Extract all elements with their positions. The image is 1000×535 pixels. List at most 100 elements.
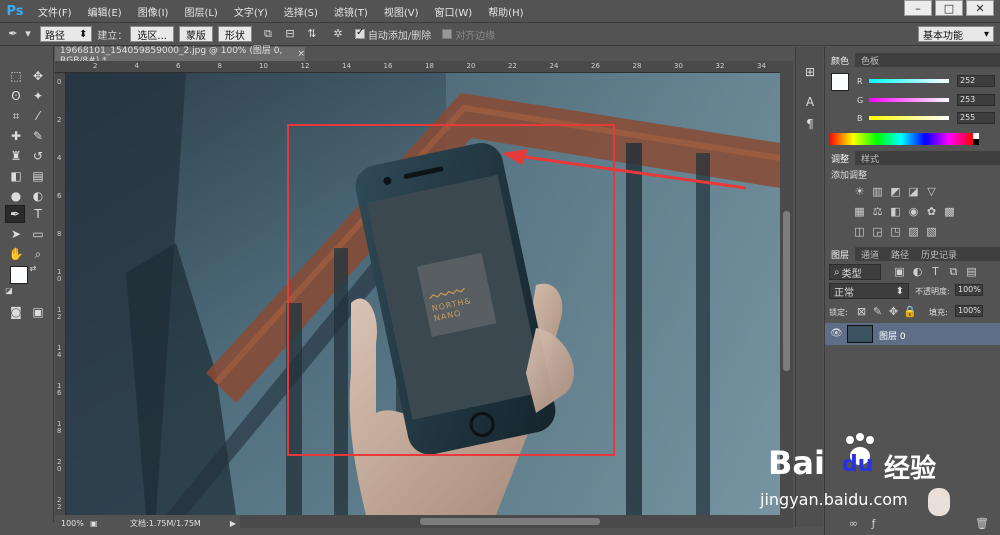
workspace-select[interactable]: 基本功能 ▾ [918, 26, 994, 42]
filter-shape-icon[interactable]: ⧉ [947, 265, 960, 278]
type-tool-icon[interactable]: T [28, 205, 48, 223]
menu-file[interactable]: 文件(F) [30, 4, 80, 19]
eyedropper-icon[interactable]: ⁄ [28, 107, 48, 125]
zoom-tool-icon[interactable]: ⌕ [28, 245, 48, 263]
lock-icon[interactable]: 🔒 [903, 305, 917, 318]
tab-swatches[interactable]: 色板 [855, 53, 885, 67]
r-slider[interactable] [869, 79, 949, 83]
crop-tool-icon[interactable]: ⌗ [6, 107, 26, 125]
tab-styles[interactable]: 样式 [855, 151, 885, 165]
swap-colors-icon[interactable]: ⇄ [28, 263, 38, 273]
menu-help[interactable]: 帮助(H) [480, 4, 531, 19]
close-button[interactable]: ✕ [966, 0, 994, 16]
filter-type-icon[interactable]: T [929, 265, 942, 278]
auto-add-delete-checkbox[interactable] [354, 27, 365, 39]
rectangle-tool-icon[interactable]: ▭ [28, 225, 48, 243]
lock-paint-icon[interactable]: ✎ [871, 305, 884, 318]
brush-tool-icon[interactable]: ✎ [28, 127, 48, 145]
tool-mode-select[interactable]: 路径 ⬍ [40, 26, 93, 42]
eraser-icon[interactable]: ◧ [6, 167, 26, 185]
gradient-adjust-icon[interactable]: ▧ [925, 225, 938, 238]
eye-icon[interactable]: 👁 [830, 328, 843, 339]
curves-icon[interactable]: ◩ [889, 185, 902, 198]
clone-stamp-icon[interactable]: ♜ [6, 147, 26, 165]
pen-tool-preset-icon[interactable]: ✒ [6, 27, 20, 41]
tab-color[interactable]: 颜色 [825, 53, 856, 67]
menu-image[interactable]: 图像(I) [130, 4, 177, 19]
tab-paths[interactable]: 路径 [885, 247, 915, 261]
filter-smart-icon[interactable]: ▤ [965, 265, 978, 278]
character-panel-icon[interactable]: A [800, 93, 820, 111]
color-lookup-icon[interactable]: ▩ [943, 205, 956, 218]
tab-layers[interactable]: 图层 [825, 247, 856, 261]
b-slider[interactable] [869, 116, 949, 120]
path-selection-icon[interactable]: ➤ [6, 225, 26, 243]
posterize-icon[interactable]: ◲ [871, 225, 884, 238]
gradient-map-icon[interactable]: ▽ [925, 185, 938, 198]
make-shape-button[interactable]: 形状 [217, 26, 252, 42]
menu-view[interactable]: 视图(V) [376, 4, 427, 19]
horizontal-scroll-thumb[interactable] [420, 518, 600, 525]
photo-filter-icon[interactable]: ◉ [907, 205, 920, 218]
lock-move-icon[interactable]: ✥ [887, 305, 900, 318]
menu-select[interactable]: 选择(S) [276, 4, 326, 19]
path-operations-icon[interactable]: ⧉ [261, 27, 275, 41]
paragraph-panel-icon[interactable]: ¶ [800, 115, 820, 133]
r-value[interactable]: 252 [957, 75, 995, 87]
channel-mixer-icon[interactable]: ✿ [925, 205, 938, 218]
chevron-down-icon[interactable]: ▾ [24, 27, 32, 41]
menu-type[interactable]: 文字(Y) [226, 4, 276, 19]
default-colors-icon[interactable]: ◪ [4, 285, 14, 295]
color-fg-swatch[interactable] [831, 73, 849, 91]
exposure-icon[interactable]: ◪ [907, 185, 920, 198]
history-brush-icon[interactable]: ↺ [28, 147, 48, 165]
healing-brush-icon[interactable]: ✚ [6, 127, 26, 145]
marquee-tool-icon[interactable]: ⬚ [6, 67, 26, 85]
vertical-scroll-thumb[interactable] [783, 211, 790, 371]
selective-color-icon[interactable]: ▨ [907, 225, 920, 238]
levels-icon[interactable]: ▥ [871, 185, 884, 198]
black-white-icon[interactable]: ◧ [889, 205, 902, 218]
zoom-level[interactable]: 100% [55, 519, 90, 528]
tab-adjustments[interactable]: 调整 [825, 151, 856, 165]
foreground-color-swatch[interactable] [10, 266, 28, 284]
g-slider[interactable] [869, 98, 949, 102]
vibrance-icon[interactable]: ▦ [853, 205, 866, 218]
document-tab[interactable]: 19668101_154059859000_2.jpg @ 100% (图层 0… [55, 46, 305, 66]
history-panel-icon[interactable]: ⊞ [800, 63, 820, 81]
pen-tool-icon[interactable]: ✒ [5, 205, 25, 223]
blend-mode-select[interactable]: 正常 ⬍ [829, 283, 909, 299]
status-menu-icon[interactable]: ▣ [90, 519, 102, 528]
brightness-icon[interactable]: ☀ [853, 185, 866, 198]
gear-icon[interactable]: ✲ [331, 27, 345, 41]
filter-adjust-icon[interactable]: ◐ [911, 265, 924, 278]
b-value[interactable]: 255 [957, 112, 995, 124]
close-icon[interactable]: × [297, 49, 305, 59]
play-arrow-icon[interactable]: ▶ [230, 519, 236, 528]
tab-channels[interactable]: 通道 [855, 247, 885, 261]
opacity-value[interactable]: 100% [955, 284, 983, 296]
dodge-tool-icon[interactable]: ◐ [28, 187, 48, 205]
blur-tool-icon[interactable]: ● [6, 187, 26, 205]
hand-tool-icon[interactable]: ✋ [6, 245, 26, 263]
layer-name[interactable]: 图层 0 [879, 329, 906, 342]
menu-edit[interactable]: 编辑(E) [80, 4, 130, 19]
make-mask-button[interactable]: 蒙版 [178, 26, 213, 42]
threshold-icon[interactable]: ◳ [889, 225, 902, 238]
g-value[interactable]: 253 [957, 94, 995, 106]
horizontal-scrollbar[interactable] [240, 515, 793, 528]
path-arrange-icon[interactable]: ⇅ [305, 27, 319, 41]
layer-filter-select[interactable]: ⌕ 类型 [829, 264, 881, 280]
menu-window[interactable]: 窗口(W) [426, 4, 480, 19]
menu-layer[interactable]: 图层(L) [176, 4, 225, 19]
make-selection-button[interactable]: 选区... [130, 26, 174, 42]
screen-mode-icon[interactable]: ▣ [28, 303, 48, 321]
invert-icon[interactable]: ◫ [853, 225, 866, 238]
spectrum-black[interactable] [973, 139, 979, 145]
menu-filter[interactable]: 滤镜(T) [326, 4, 376, 19]
color-balance-icon[interactable]: ⚖ [871, 205, 884, 218]
align-edges-checkbox[interactable] [442, 29, 453, 39]
lasso-tool-icon[interactable]: ʘ [6, 87, 26, 105]
maximize-button[interactable]: □ [935, 0, 963, 16]
layer-row[interactable]: 👁 图层 0 [825, 323, 1000, 345]
